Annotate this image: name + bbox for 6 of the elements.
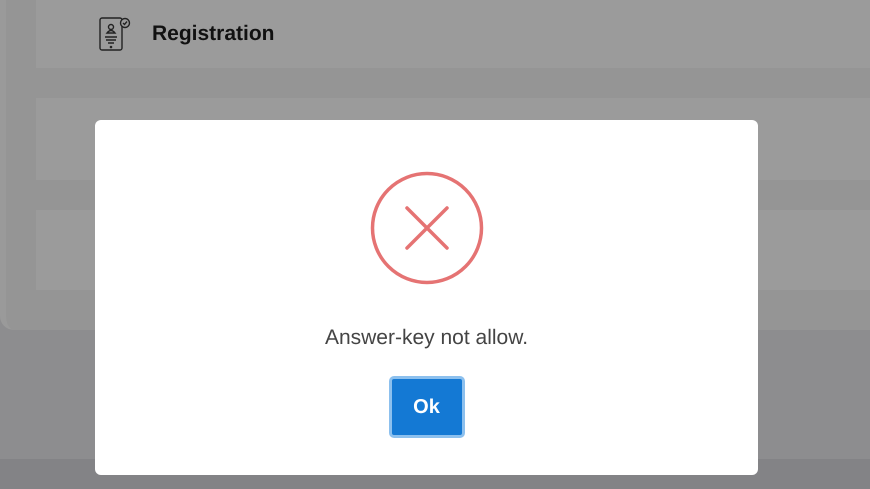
ok-button[interactable]: Ok <box>388 376 464 438</box>
registration-icon <box>98 16 132 52</box>
menu-label: Registration <box>152 21 275 48</box>
alert-message: Answer-key not allow. <box>324 325 528 351</box>
error-icon <box>370 171 484 285</box>
menu-card[interactable]: Registration <box>36 0 870 68</box>
